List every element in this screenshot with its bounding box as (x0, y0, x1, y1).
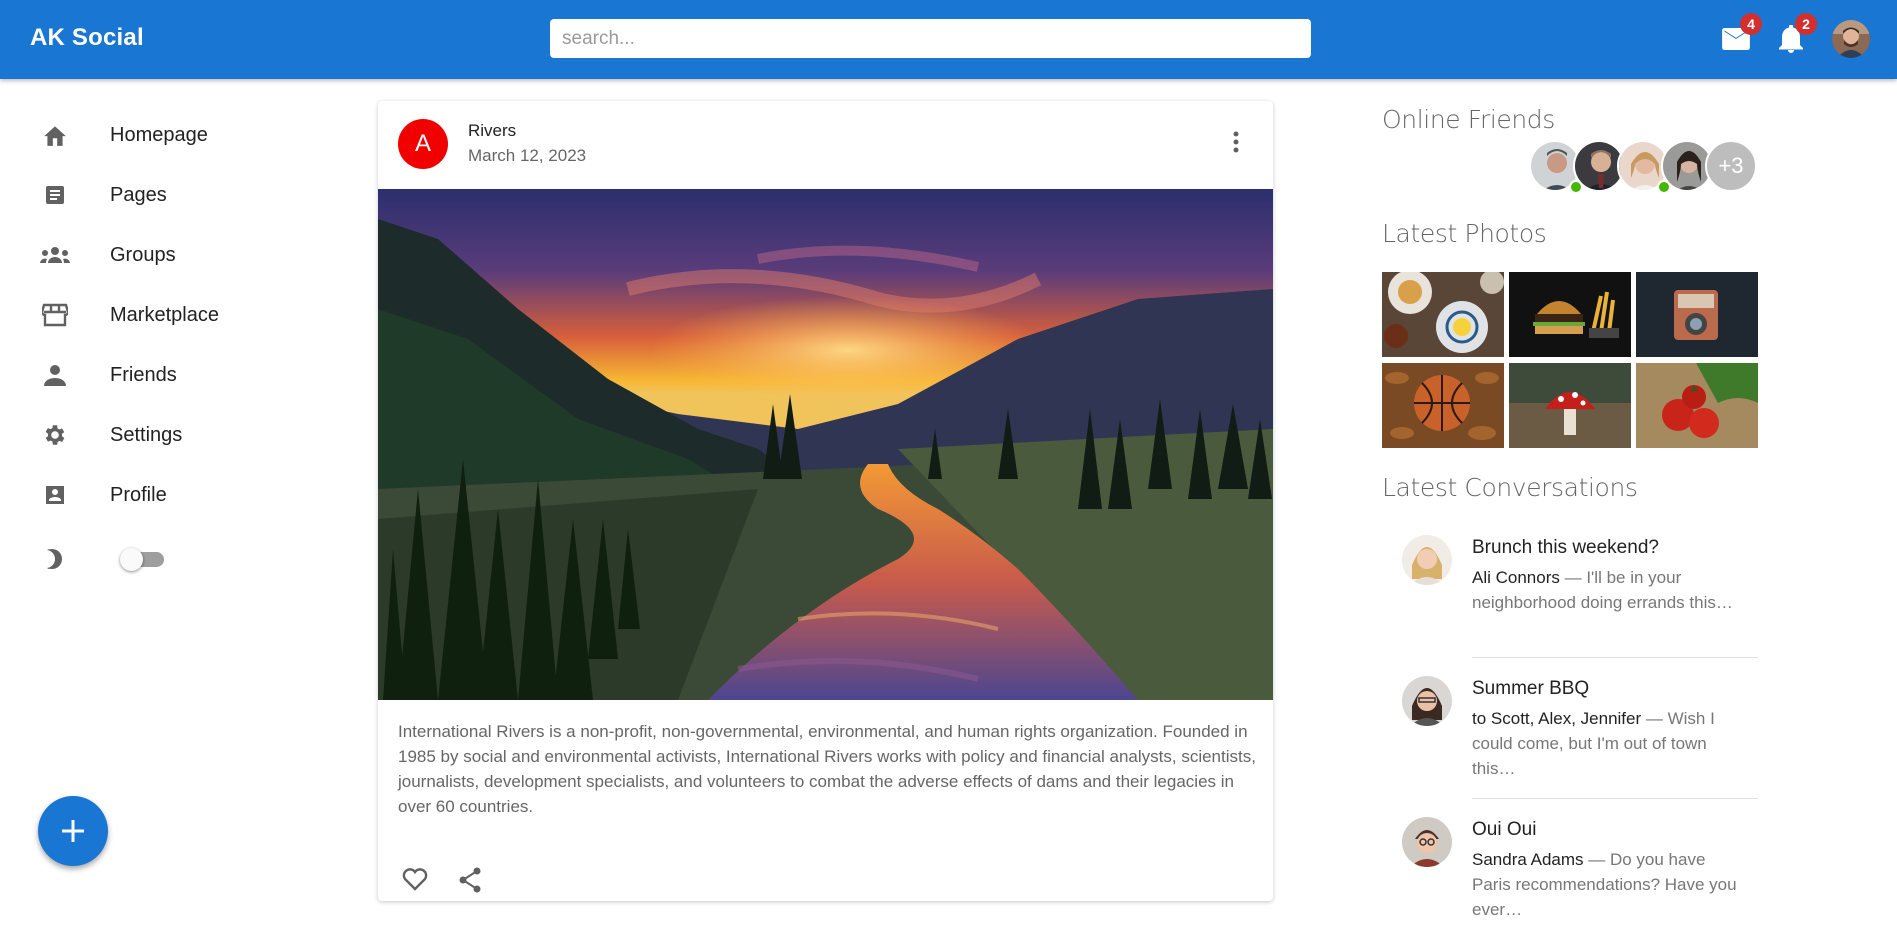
notifications-badge: 2 (1795, 13, 1817, 35)
heart-icon (402, 868, 428, 891)
photo-tomatoes[interactable] (1636, 363, 1758, 448)
photo-breakfast[interactable] (1382, 272, 1504, 357)
sidebar-item-profile[interactable]: Profile (0, 470, 300, 520)
more-friends-count[interactable]: +3 (1705, 140, 1757, 192)
online-friends-title: Online Friends (1382, 105, 1555, 134)
sidebar-item-pages[interactable]: Pages (0, 170, 300, 220)
conversation-item[interactable]: Summer BBQ to Scott, Alex, Jennifer — Wi… (1382, 666, 1758, 806)
post-avatar[interactable]: A (398, 119, 448, 169)
latest-photos-grid (1382, 272, 1758, 448)
post-actions (402, 867, 482, 898)
post-card: A Rivers March 12, 2023 International Ri… (378, 101, 1273, 901)
person-icon (40, 360, 70, 390)
storefront-icon (40, 300, 70, 330)
sidebar-item-label: Friends (110, 363, 177, 386)
toggle-thumb (120, 548, 143, 571)
post-date: March 12, 2023 (468, 146, 587, 165)
mail-button[interactable]: 4 (1719, 13, 1762, 56)
home-icon (40, 120, 70, 150)
app-title[interactable]: AK Social (30, 24, 144, 52)
conversation-avatar (1402, 676, 1452, 726)
post-author: Rivers (468, 121, 517, 140)
photo-burger[interactable] (1509, 272, 1631, 357)
add-button[interactable] (38, 796, 108, 866)
sidebar-item-label: Profile (110, 483, 167, 506)
conversation-title: Summer BBQ (1472, 678, 1590, 699)
plus-icon (62, 820, 84, 842)
mail-badge: 4 (1740, 13, 1762, 35)
conversation-preview: to Scott, Alex, Jennifer — Wish I could … (1472, 706, 1742, 781)
user-avatar-image (1832, 20, 1870, 58)
like-button[interactable] (402, 867, 428, 898)
sidebar-item-homepage[interactable]: Homepage (0, 110, 300, 160)
dark-mode-row (0, 534, 300, 584)
photo-basketball[interactable] (1382, 363, 1504, 448)
photo-camera[interactable] (1636, 272, 1758, 357)
moon-icon (40, 544, 70, 574)
divider (1472, 798, 1758, 799)
conversation-preview: Sandra Adams — Do you have Paris recomme… (1472, 847, 1742, 922)
conversation-avatar (1402, 817, 1452, 867)
account-box-icon (40, 480, 70, 510)
groups-icon (40, 240, 70, 270)
latest-photos-title: Latest Photos (1382, 219, 1547, 248)
article-icon (40, 180, 70, 210)
post-text: International Rivers is a non-profit, no… (398, 722, 1256, 816)
conversation-item[interactable]: Brunch this weekend? Ali Connors — I'll … (1382, 525, 1758, 665)
conversation-sender: to Scott, Alex, Jennifer (1472, 709, 1642, 728)
sidebar-item-friends[interactable]: Friends (0, 350, 300, 400)
share-icon (459, 867, 481, 893)
conversation-title: Brunch this weekend? (1472, 537, 1659, 558)
sidebar-item-settings[interactable]: Settings (0, 410, 300, 460)
notifications-button[interactable]: 2 (1774, 13, 1817, 56)
more-vert-icon (1233, 131, 1239, 153)
conversation-item[interactable]: Oui Oui Sandra Adams — Do you have Paris… (1382, 807, 1758, 947)
sidebar-item-label: Marketplace (110, 303, 219, 326)
dark-mode-toggle[interactable] (120, 544, 170, 574)
user-avatar[interactable] (1832, 20, 1870, 58)
conversation-sender: Ali Connors (1472, 568, 1560, 587)
search-input[interactable] (550, 19, 1311, 58)
more-options-button[interactable] (1224, 127, 1248, 157)
post-image (378, 189, 1273, 700)
photo-mushroom[interactable] (1509, 363, 1631, 448)
sidebar-item-groups[interactable]: Groups (0, 230, 300, 280)
divider (1472, 657, 1758, 658)
sidebar-item-label: Pages (110, 183, 167, 206)
conversation-preview: Ali Connors — I'll be in your neighborho… (1472, 565, 1742, 615)
sidebar-item-marketplace[interactable]: Marketplace (0, 290, 300, 340)
conversation-sender: Sandra Adams (1472, 850, 1584, 869)
conversation-title: Oui Oui (1472, 819, 1537, 840)
gear-icon (40, 420, 70, 450)
app-bar: AK Social 4 2 (0, 0, 1897, 79)
latest-conversations-title: Latest Conversations (1382, 473, 1638, 502)
sidebar-item-label: Groups (110, 243, 176, 266)
conversation-avatar (1402, 535, 1452, 585)
sidebar-item-label: Settings (110, 423, 183, 446)
share-button[interactable] (458, 867, 482, 898)
sidebar-item-label: Homepage (110, 123, 208, 146)
